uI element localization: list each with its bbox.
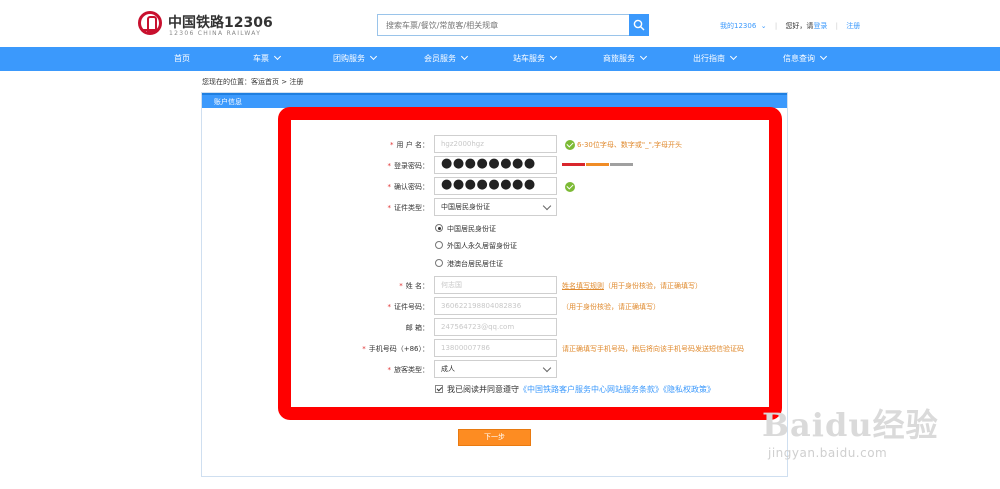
id-type-option-1[interactable]: 中国居民身份证: [435, 224, 496, 234]
username-hint: 6-30位字母、数字或"_",字母开头: [577, 141, 683, 149]
divider: |: [835, 22, 839, 30]
name-hint: 姓名填写规则（用于身份核验，请正确填写）: [562, 282, 702, 290]
baidu-watermark: Baidu经验 jingyan.baidu.com: [762, 400, 982, 470]
divider: |: [774, 22, 778, 30]
nav-item-tickets[interactable]: 车票: [253, 47, 282, 71]
breadcrumb: 您现在的位置：客运首页 > 注册: [202, 78, 304, 86]
id-type-option-2[interactable]: 外国人永久居留身份证: [435, 241, 517, 251]
chevron-down-icon: [549, 52, 558, 61]
watermark-sub: jingyan.baidu.com: [768, 446, 888, 460]
confirm-password-field[interactable]: ●●●●●●●●: [434, 177, 557, 195]
search-icon: [633, 19, 645, 31]
id-number-label: * 证件号码：: [387, 303, 430, 311]
greeting-text: 您好，请: [785, 22, 814, 30]
chevron-down-icon: [639, 52, 648, 61]
name-rules-link[interactable]: 姓名填写规则: [562, 282, 604, 290]
railway-logo-icon: [138, 11, 162, 35]
nav-item-info[interactable]: 信息查询: [783, 47, 828, 71]
chevron-down-icon: [369, 52, 378, 61]
search-button[interactable]: [629, 14, 649, 36]
login-link[interactable]: 登录: [813, 22, 827, 30]
agree-checkbox[interactable]: [435, 384, 443, 393]
chevron-down-icon: [542, 363, 552, 373]
chevron-down-icon: [460, 52, 469, 61]
top-links: 我的12306 ⌄ | 您好，请登录 | 注册: [720, 21, 860, 31]
search-box: [377, 14, 629, 36]
phone-field[interactable]: 13800007786: [434, 339, 557, 357]
radio-selected-icon: [435, 224, 443, 232]
radio-icon: [435, 241, 443, 249]
nav-item-member[interactable]: 会员服务: [424, 47, 469, 71]
password-field[interactable]: ●●●●●●●●: [434, 156, 557, 174]
logo-subtitle: 12306 CHINA RAILWAY: [169, 30, 262, 37]
phone-label: * 手机号码（+86）：: [362, 345, 429, 353]
nav-item-group[interactable]: 团购服务: [333, 47, 378, 71]
password-label: * 登录密码：: [387, 162, 430, 170]
agreement: 我已阅读并同意遵守《中国铁路客户服务中心网站服务条款》《隐私权政策》: [435, 384, 715, 395]
name-field[interactable]: 何志国: [434, 276, 557, 294]
username-label: * 用 户 名：: [390, 141, 429, 149]
next-step-button[interactable]: 下一步: [458, 429, 531, 446]
strength-bar-weak: [562, 163, 585, 166]
chevron-down-icon: [273, 52, 282, 61]
id-type-label: * 证件类型：: [387, 204, 430, 212]
name-label: * 姓 名：: [399, 282, 429, 290]
terms-link[interactable]: 《中国铁路客户服务中心网站服务条款》: [519, 385, 663, 394]
radio-icon: [435, 259, 443, 267]
email-label: 邮 箱：: [405, 324, 429, 332]
id-type-option-3[interactable]: 港澳台居民居住证: [435, 259, 503, 269]
main-nav: 首页 车票 团购服务 会员服务 站车服务 商旅服务 出行指南 信息查询: [0, 47, 1000, 71]
id-type-select[interactable]: 中国居民身份证: [434, 198, 557, 216]
nav-item-station[interactable]: 站车服务: [513, 47, 558, 71]
id-number-hint: （用于身份核验，请正确填写）: [562, 303, 660, 311]
check-icon: [565, 182, 575, 192]
check-icon: [565, 140, 575, 150]
phone-hint: 请正确填写手机号码，稍后将向该手机号码发送短信验证码: [562, 345, 744, 353]
password-strength-meter: [562, 163, 634, 166]
site-logo[interactable]: 中国铁路12306 12306 CHINA RAILWAY: [138, 10, 298, 40]
username-field[interactable]: hgz2000hgz: [434, 135, 557, 153]
email-field[interactable]: 247564723@qq.com: [434, 318, 557, 336]
strength-bar-strong: [610, 163, 633, 166]
panel-title: 账户信息: [202, 93, 787, 108]
passenger-type-label: * 旅客类型：: [387, 366, 430, 374]
nav-item-guide[interactable]: 出行指南: [693, 47, 738, 71]
register-link[interactable]: 注册: [846, 22, 860, 30]
nav-item-home[interactable]: 首页: [174, 47, 190, 71]
logo-title: 中国铁路12306: [168, 15, 273, 31]
my-12306-link[interactable]: 我的12306: [720, 22, 756, 30]
confirm-password-label: * 确认密码：: [387, 183, 430, 191]
strength-bar-medium: [586, 163, 609, 166]
nav-item-business[interactable]: 商旅服务: [603, 47, 648, 71]
watermark-main: Baidu经验: [762, 406, 939, 444]
chevron-down-icon: [819, 52, 828, 61]
chevron-down-icon: [729, 52, 738, 61]
agree-text: 我已阅读并同意遵守: [447, 385, 519, 394]
privacy-link[interactable]: 《隐私权政策》: [663, 385, 715, 394]
id-number-field[interactable]: 360622198804082836: [434, 297, 557, 315]
chevron-down-icon: [542, 201, 552, 211]
passenger-type-select[interactable]: 成人: [434, 360, 557, 378]
search-input[interactable]: [378, 15, 629, 35]
chevron-down-icon: ⌄: [758, 22, 767, 30]
